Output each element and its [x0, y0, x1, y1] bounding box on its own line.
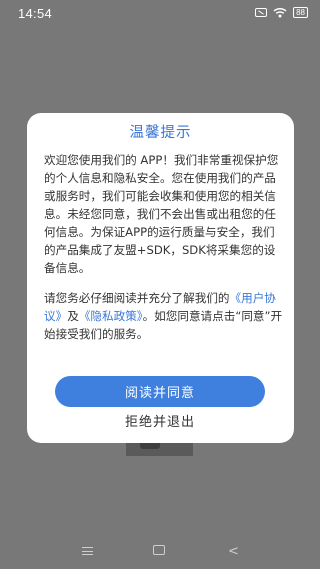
home-icon[interactable]	[153, 545, 165, 555]
navigation-bar: <	[0, 537, 320, 569]
back-icon[interactable]: <	[228, 544, 239, 559]
sim-icon	[255, 8, 268, 17]
agree-button[interactable]: 阅读并同意	[55, 376, 265, 407]
status-time: 14:54	[18, 6, 53, 21]
menu-icon[interactable]	[82, 547, 93, 556]
status-bar: 14:54 88	[0, 0, 320, 28]
dialog-paragraph-2: 请您务必仔细阅读并充分了解我们的《用户协议》及《隐私政策》。如您同意请点击“同意…	[44, 289, 286, 343]
wifi-icon	[273, 7, 287, 18]
dialog-paragraph-1: 欢迎您使用我们的 APP！我们非常重视保护您的个人信息和隐私安全。您在使用我们的…	[44, 153, 279, 275]
dialog-content[interactable]: 欢迎您使用我们的 APP！我们非常重视保护您的个人信息和隐私安全。您在使用我们的…	[44, 151, 286, 355]
dialog-title: 温馨提示	[129, 125, 192, 141]
battery-icon: 88	[293, 7, 308, 18]
privacy-policy-link[interactable]: 《隐私政策》	[79, 309, 143, 323]
status-icons: 88	[255, 7, 308, 18]
privacy-dialog: 温馨提示 欢迎您使用我们的 APP！我们非常重视保护您的个人信息和隐私安全。您在…	[27, 113, 294, 443]
paragraph-2-and: 及	[67, 309, 79, 323]
refuse-button[interactable]: 拒绝并退出	[55, 412, 265, 434]
paragraph-2-prefix: 请您务必仔细阅读并充分了解我们的	[44, 291, 230, 305]
